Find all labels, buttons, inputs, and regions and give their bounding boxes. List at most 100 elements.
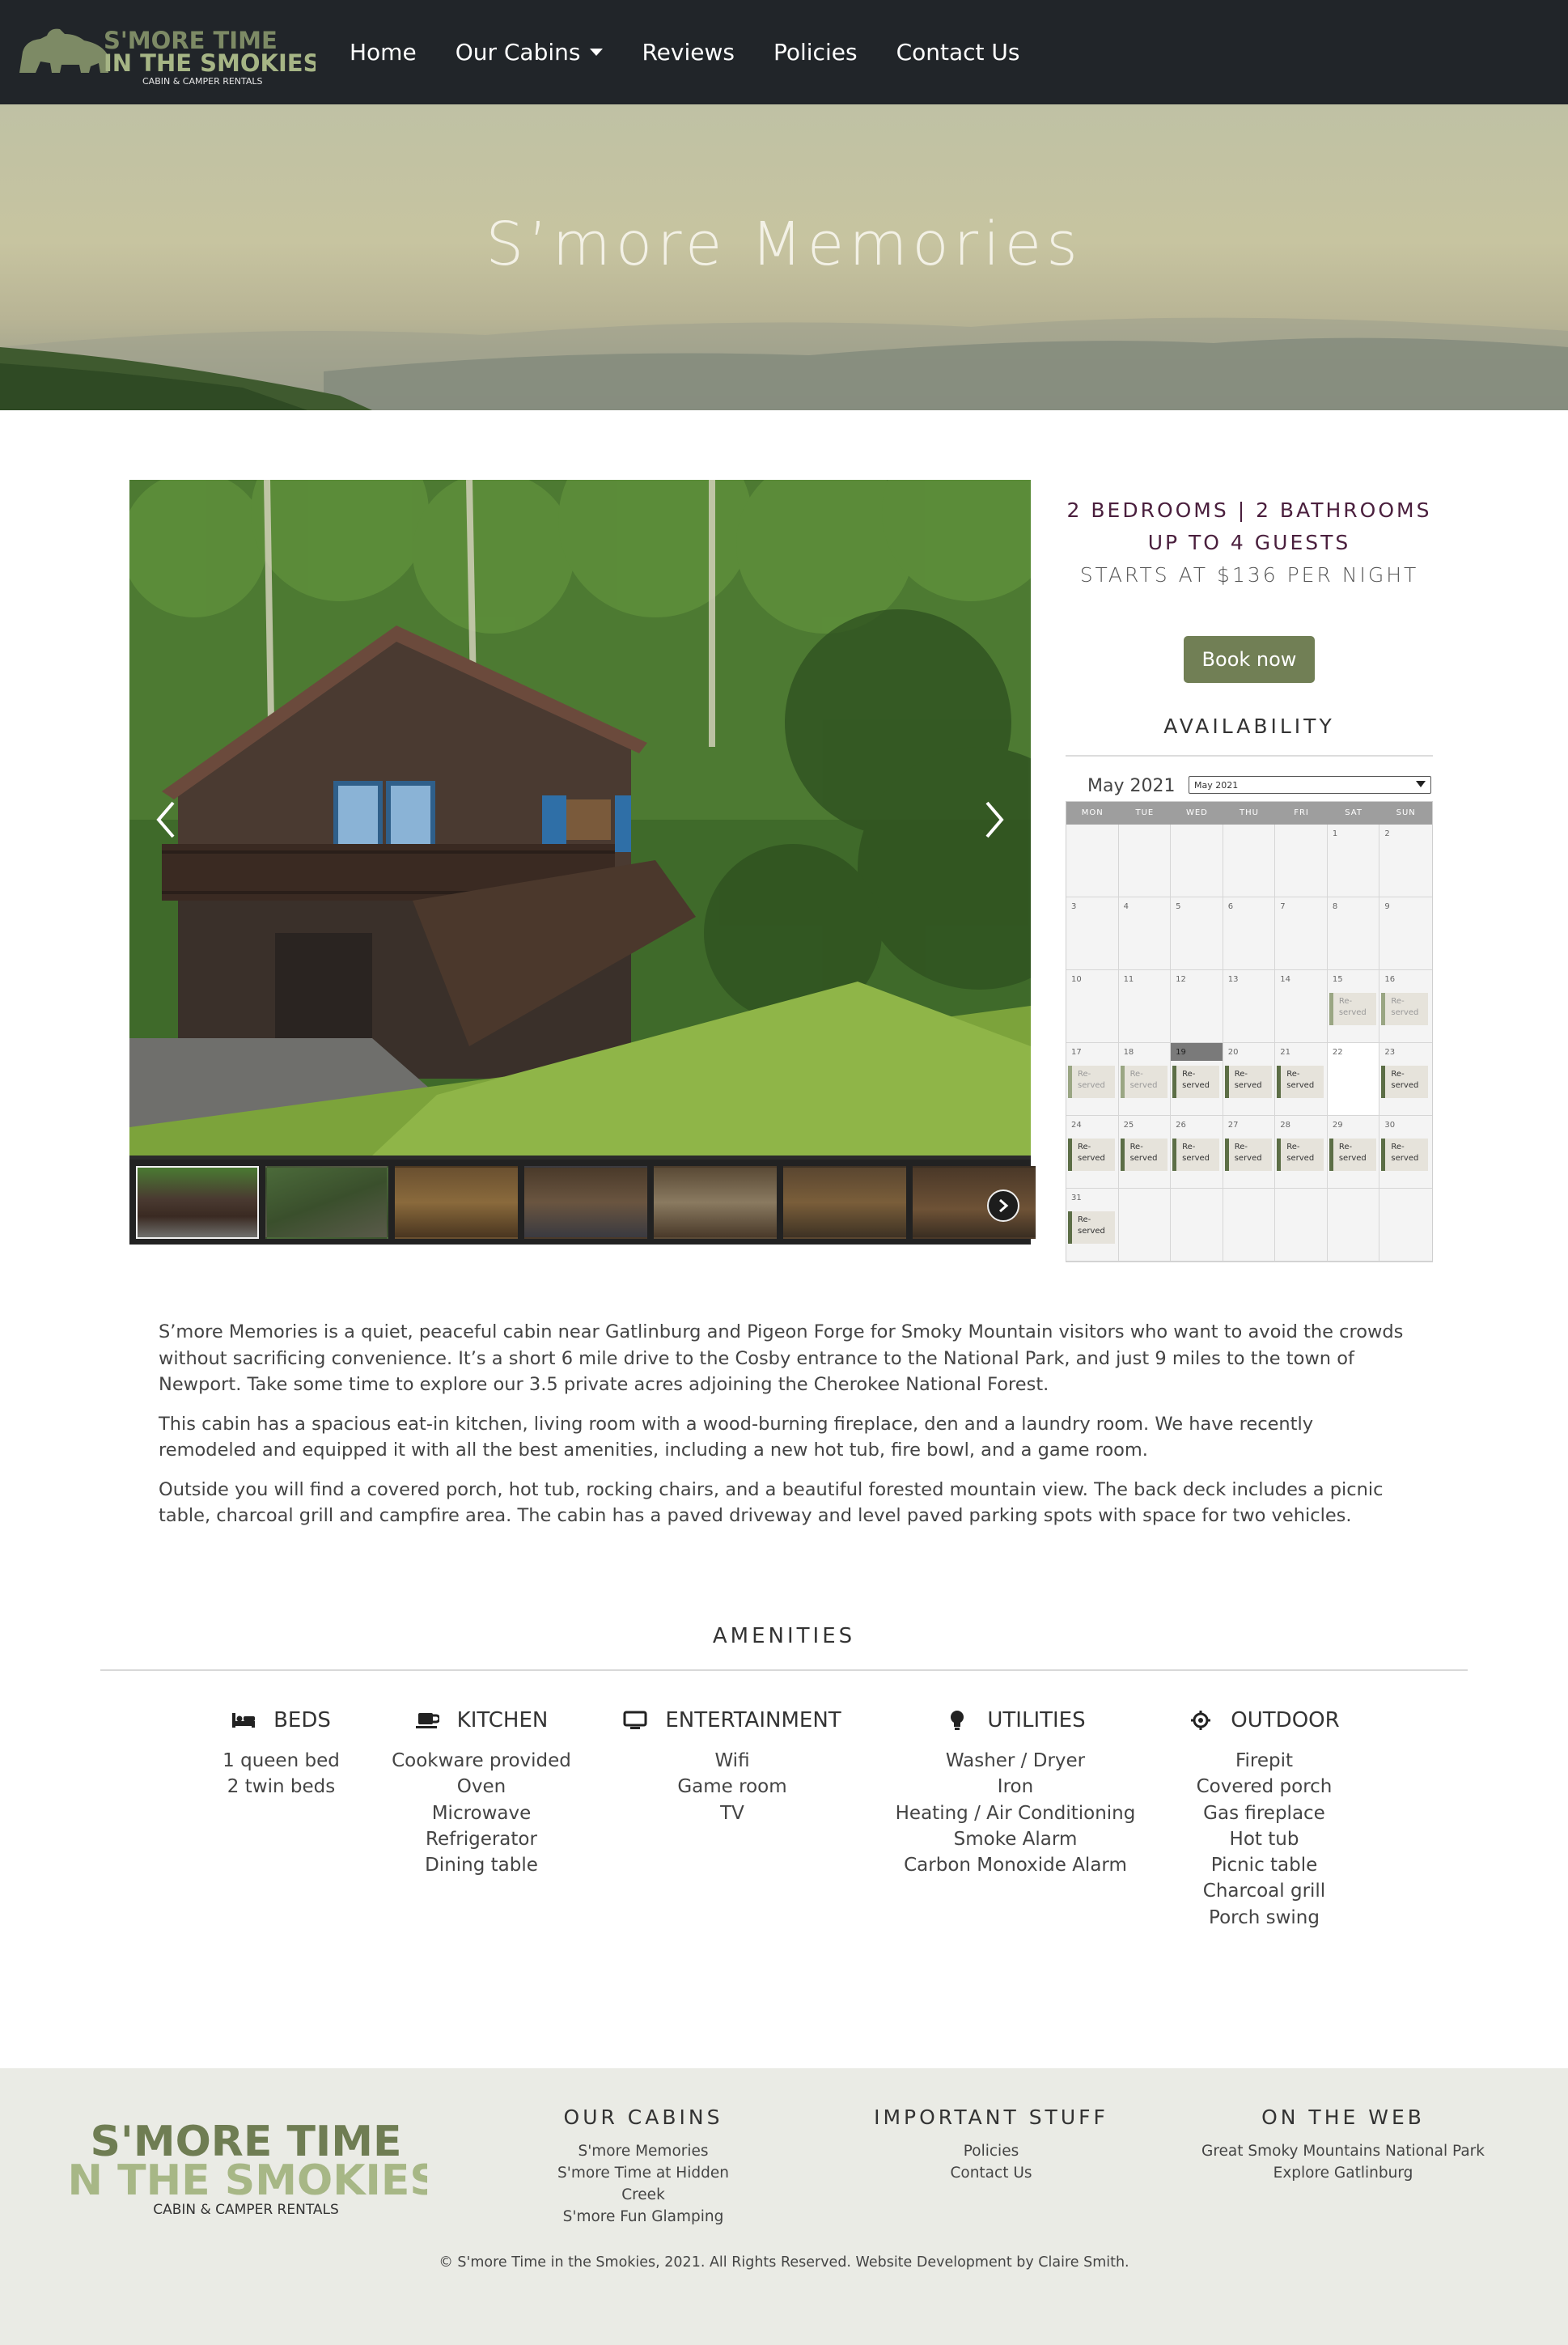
amenity-item: Wifi — [714, 1750, 750, 1771]
footer-heading: IMPORTANT STUFF — [874, 2105, 1108, 2129]
day-number: 29 — [1332, 1121, 1343, 1130]
footer-link[interactable]: S'more Memories — [534, 2140, 752, 2162]
spec-guests: UP TO 4 GUESTS — [1147, 531, 1351, 554]
day-number: 14 — [1280, 975, 1291, 984]
calendar-day[interactable]: 17 Re-served — [1066, 1043, 1119, 1116]
reserved-badge: Re-served — [1381, 1066, 1429, 1098]
calendar-day[interactable]: 18 Re-served — [1118, 1043, 1172, 1116]
calendar-day[interactable]: 7 — [1275, 897, 1328, 970]
footer-col-important: IMPORTANT STUFF Policies Contact Us — [850, 2105, 1133, 2184]
calendar-day[interactable]: 6 — [1223, 897, 1276, 970]
calendar-day[interactable]: 30 Re-served — [1379, 1116, 1432, 1189]
amenity-item: 1 queen bed — [222, 1750, 340, 1771]
calendar-day[interactable]: 22 — [1327, 1043, 1380, 1116]
gallery-prev-button[interactable] — [146, 791, 186, 848]
calendar-day[interactable]: 29 Re-served — [1327, 1116, 1380, 1189]
thumbnail[interactable] — [395, 1166, 518, 1239]
month-select[interactable]: May 2021 — [1189, 776, 1431, 794]
amenity-item: Washer / Dryer — [945, 1750, 1086, 1771]
footer-link[interactable]: S'more Time at Hidden Creek — [534, 2162, 752, 2206]
day-number: 19 — [1176, 1048, 1186, 1057]
calendar-day[interactable]: 13 — [1223, 970, 1276, 1043]
calendar-month-label: May 2021 — [1087, 776, 1176, 796]
reserved-badge: Re-served — [1224, 1066, 1272, 1098]
footer-heading: ON THE WEB — [1261, 2105, 1425, 2129]
weekday-label: WED — [1185, 808, 1208, 817]
calendar-day[interactable]: 24 Re-served — [1066, 1116, 1119, 1189]
calendar-day[interactable]: 16 Re-served — [1379, 970, 1432, 1043]
divider — [100, 1669, 1468, 1671]
thumbnail[interactable] — [783, 1166, 906, 1239]
reserved-badge: Re-served — [1120, 1139, 1168, 1171]
calendar-day[interactable]: 27 Re-served — [1223, 1116, 1276, 1189]
amenity-group-entertainment: ENTERTAINMENT Wifi Game room TV — [619, 1704, 845, 1826]
calendar-day[interactable]: 25 Re-served — [1118, 1116, 1172, 1189]
thumbnail[interactable] — [265, 1166, 388, 1239]
day-number: 1 — [1332, 829, 1338, 838]
calendar-day[interactable]: 31 Re-served — [1066, 1189, 1119, 1262]
footer-logo[interactable]: S'MORE TIME IN THE SMOKIES CABIN & CAMPE… — [65, 2114, 427, 2219]
day-number: 26 — [1176, 1121, 1186, 1130]
calendar-day[interactable]: 21 Re-served — [1275, 1043, 1328, 1116]
nav-link-our-cabins[interactable]: Our Cabins — [456, 39, 604, 66]
calendar-day[interactable]: 8 — [1327, 897, 1380, 970]
nav-link-home[interactable]: Home — [350, 39, 417, 66]
nav-link-reviews[interactable]: Reviews — [642, 39, 735, 66]
footer-link[interactable]: S'more Fun Glamping — [534, 2206, 752, 2228]
description-paragraph: S’more Memories is a quiet, peaceful cab… — [159, 1321, 1404, 1395]
reserved-badge: Re-served — [1120, 1066, 1168, 1098]
amenity-item: Iron — [997, 1776, 1034, 1798]
calendar-day[interactable]: 15 Re-served — [1327, 970, 1380, 1043]
day-number: 9 — [1384, 902, 1390, 911]
calendar-day[interactable]: 3 — [1066, 897, 1119, 970]
calendar-day[interactable]: 11 — [1118, 970, 1172, 1043]
calendar-empty-cell — [1275, 825, 1328, 897]
calendar-empty-cell — [1171, 1189, 1223, 1262]
weekday-label: MON — [1081, 808, 1104, 817]
site-logo[interactable]: S'MORE TIME IN THE SMOKIES CABIN & CAMPE… — [16, 16, 316, 89]
calendar-day[interactable]: 4 — [1118, 897, 1172, 970]
amenity-item: Oven — [456, 1776, 506, 1798]
amenity-group-outdoor: OUTDOOR Firepit Covered porch Gas fireplac… — [1181, 1704, 1347, 1931]
thumbnail[interactable] — [654, 1166, 777, 1239]
footer-link[interactable]: Great Smoky Mountains National Park — [1189, 2140, 1497, 2162]
reserved-badge: Re-served — [1277, 1139, 1324, 1171]
amenity-heading: UTILITIES — [987, 1708, 1086, 1732]
calendar-day[interactable]: 5 — [1171, 897, 1223, 970]
calendar-day[interactable]: 26 Re-served — [1171, 1116, 1223, 1189]
thumbnail[interactable] — [524, 1166, 647, 1239]
footer-col-cabins: OUR CABINS S'more Memories S'more Time a… — [534, 2105, 752, 2228]
calendar-day[interactable]: 23 Re-served — [1379, 1043, 1432, 1116]
day-number: 12 — [1176, 975, 1186, 984]
description-paragraph: Outside you will find a covered porch, h… — [159, 1478, 1384, 1527]
thumbnail[interactable] — [136, 1166, 259, 1239]
top-navbar: S'MORE TIME IN THE SMOKIES CABIN & CAMPE… — [0, 0, 1568, 104]
amenity-heading: BEDS — [273, 1708, 331, 1732]
calendar-day[interactable]: 9 — [1379, 897, 1432, 970]
nav-link-policies[interactable]: Policies — [773, 39, 858, 66]
calendar-day[interactable]: 14 — [1275, 970, 1328, 1043]
amenity-item: TV — [720, 1802, 744, 1824]
gallery-next-button[interactable] — [974, 791, 1015, 848]
calendar-day[interactable]: 28 Re-served — [1275, 1116, 1328, 1189]
nav-link-contact[interactable]: Contact Us — [896, 39, 1020, 66]
availability-calendar: MON TUE WED THU FRI SAT SUN 1 2 3 4 5 6 7 8 9 10 11 12 13 1… — [1066, 801, 1433, 1262]
thumbnail-next-button[interactable] — [987, 1189, 1019, 1222]
calendar-day[interactable]: 10 — [1066, 970, 1119, 1043]
footer-link[interactable]: Contact Us — [850, 2162, 1133, 2184]
amenity-item: Picnic table — [1210, 1855, 1318, 1876]
day-number: 4 — [1123, 902, 1129, 911]
calendar-day[interactable]: 2 — [1379, 825, 1432, 897]
footer-link[interactable]: Policies — [850, 2140, 1133, 2162]
day-number: 8 — [1332, 902, 1338, 911]
svg-text:CABIN & CAMPER RENTALS: CABIN & CAMPER RENTALS — [153, 2202, 339, 2218]
amenity-item: Smoke Alarm — [953, 1828, 1078, 1850]
calendar-day[interactable]: 19 Re-served — [1171, 1043, 1223, 1116]
calendar-day[interactable]: 20 Re-served — [1223, 1043, 1276, 1116]
calendar-day[interactable]: 1 — [1327, 825, 1380, 897]
footer-link[interactable]: Explore Gatlinburg — [1189, 2162, 1497, 2184]
amenity-item: Charcoal grill — [1202, 1881, 1326, 1902]
calendar-day[interactable]: 12 — [1171, 970, 1223, 1043]
book-now-button[interactable]: Book now — [1184, 636, 1315, 683]
day-number: 17 — [1071, 1048, 1082, 1057]
